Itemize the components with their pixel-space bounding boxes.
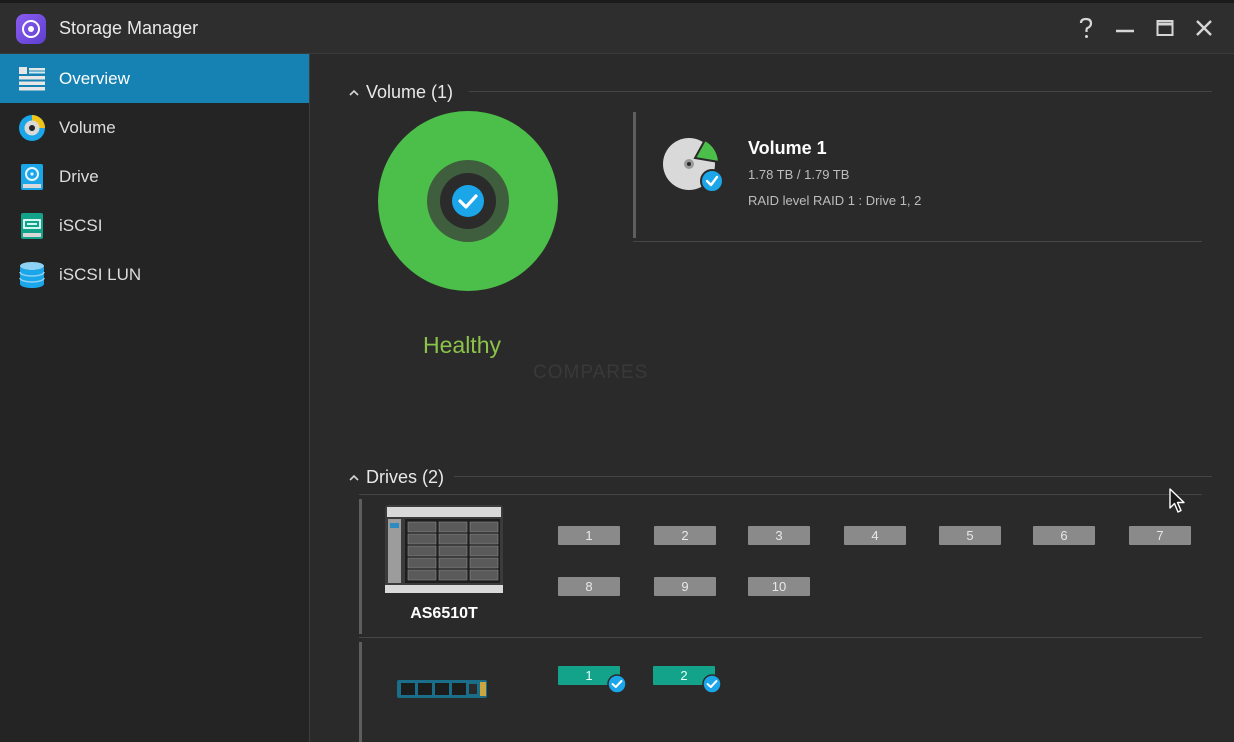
sidebar-item-iscsi-lun[interactable]: iSCSI LUN: [0, 250, 309, 299]
overview-icon: [18, 65, 46, 93]
watermark: COMPARES: [533, 362, 649, 383]
help-icon[interactable]: [1074, 16, 1098, 40]
collapse-caret-icon[interactable]: [348, 472, 360, 484]
minimize-icon[interactable]: [1113, 16, 1137, 40]
slot-label: 2: [680, 668, 688, 683]
sidebar-item-label: iSCSI: [59, 215, 103, 235]
close-icon[interactable]: [1192, 16, 1216, 40]
collapse-caret-icon[interactable]: [348, 87, 360, 99]
drive-bay-5[interactable]: 5: [939, 526, 1001, 545]
mouse-cursor-icon: [1169, 488, 1185, 513]
sidebar-item-label: Overview: [59, 68, 130, 88]
volume-name: Volume 1: [748, 138, 827, 158]
title-bar: Storage Manager: [0, 0, 1234, 54]
row-accent-bar: [359, 642, 362, 742]
iscsi-icon: [18, 212, 46, 240]
row-accent-bar: [359, 499, 362, 634]
sidebar-item-label: Drive: [59, 166, 99, 186]
sidebar-item-overview[interactable]: Overview: [0, 54, 309, 103]
nvme-slot-2[interactable]: 2: [653, 666, 722, 694]
drives-section-header: Drives (2): [348, 467, 444, 488]
iscsi-lun-icon: [18, 261, 46, 289]
drive-bay-2[interactable]: 2: [654, 526, 716, 545]
nvme-drive-row: 1 2: [359, 640, 1202, 742]
drive-bay-9[interactable]: 9: [654, 577, 716, 596]
drive-bay-4[interactable]: 4: [844, 526, 906, 545]
window-title: Storage Manager: [59, 18, 199, 38]
maximize-icon[interactable]: [1153, 16, 1177, 40]
slot-label: 1: [585, 668, 593, 683]
volume-health-ring[interactable]: [377, 110, 559, 292]
app-logo-icon: [16, 14, 46, 44]
volume-icon: [18, 114, 46, 142]
sidebar-item-drive[interactable]: Drive: [0, 152, 309, 201]
sidebar-item-iscsi[interactable]: iSCSI: [0, 201, 309, 250]
drives-section-title: Drives (2): [366, 467, 445, 487]
drive-bay-6[interactable]: 6: [1033, 526, 1095, 545]
drive-bay-10[interactable]: 10: [748, 577, 810, 596]
check-icon: [607, 674, 627, 694]
nvme-slot-1[interactable]: 1: [558, 666, 627, 694]
nvme-ssd-image: [397, 680, 487, 698]
drive-icon: [18, 163, 46, 191]
nas-drive-row: AS6510T 1 2 3 4 5 6 7 8 9 10: [359, 497, 1202, 638]
drive-bay-3[interactable]: 3: [748, 526, 810, 545]
drive-bay-1[interactable]: 1: [558, 526, 620, 545]
sidebar-item-label: Volume: [59, 117, 116, 137]
sidebar-item-label: iSCSI LUN: [59, 264, 142, 284]
card-accent-bar: [633, 112, 636, 238]
volume-section-header: Volume (1): [348, 82, 453, 103]
sidebar: Overview Volume Drive iSCSI iSCSI LUN: [0, 54, 310, 742]
sidebar-item-volume[interactable]: Volume: [0, 103, 309, 152]
drive-bay-8[interactable]: 8: [558, 577, 620, 596]
volume-status-text: Healthy: [423, 332, 501, 358]
volume-disk-icon: [663, 138, 724, 193]
volume-capacity: 1.78 TB / 1.79 TB: [748, 167, 850, 182]
nas-model-name: AS6510T: [410, 605, 478, 622]
check-icon: [702, 674, 722, 694]
volume-card[interactable]: Volume 1 1.78 TB / 1.79 TB RAID level RA…: [633, 110, 1202, 242]
nas-device-image: [385, 505, 503, 593]
section-divider: [454, 476, 1212, 477]
section-divider: [469, 91, 1212, 92]
volume-raid-level: RAID level RAID 1 : Drive 1, 2: [748, 193, 922, 208]
main-panel: Volume (1) Healthy COMPARES Volume 1 1.7…: [311, 54, 1234, 742]
volume-section-title: Volume (1): [366, 82, 454, 102]
section-divider: [359, 494, 1202, 495]
drive-bay-7[interactable]: 7: [1129, 526, 1191, 545]
